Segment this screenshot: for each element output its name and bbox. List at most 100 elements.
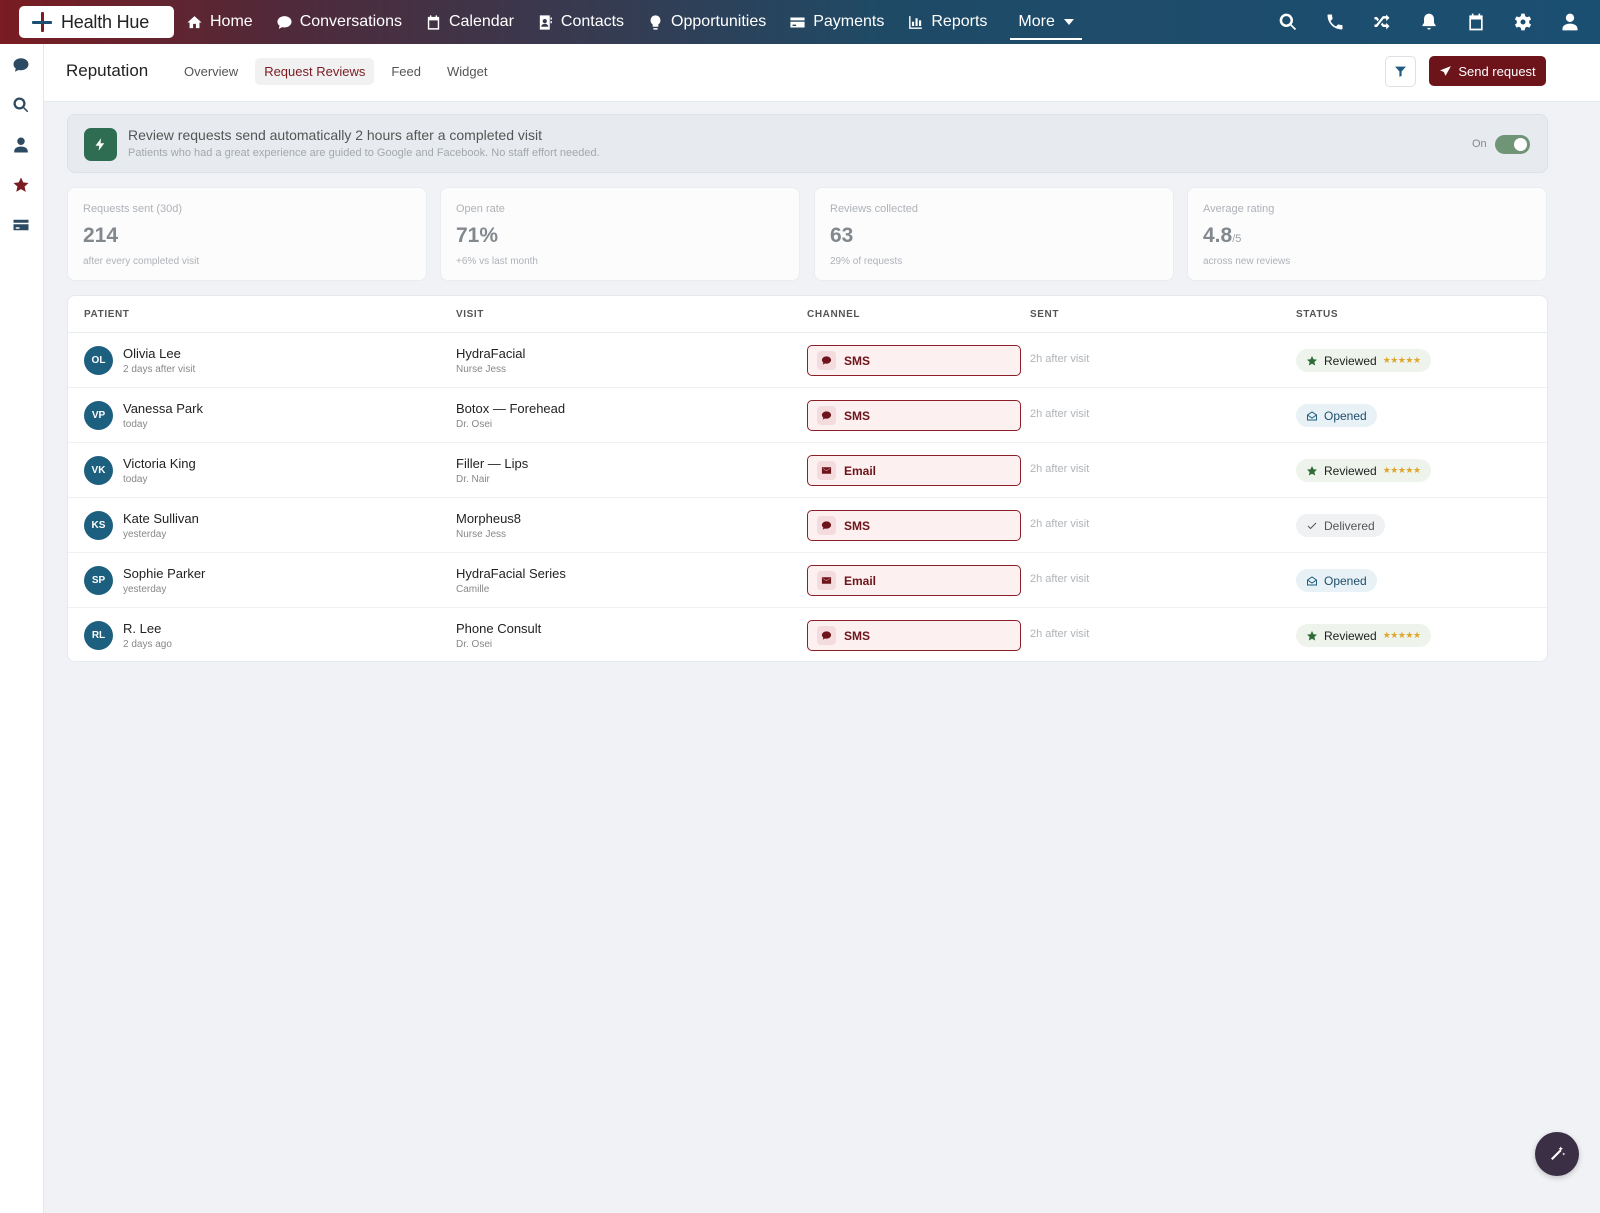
stat-value: 214 <box>83 224 119 247</box>
channel-label: SMS <box>844 353 871 368</box>
nav-item-payments[interactable]: Payments <box>789 0 884 44</box>
search-icon[interactable] <box>1278 12 1298 32</box>
visit-name: Morpheus8 <box>456 511 522 526</box>
table-row[interactable]: RL R. Lee 2 days ago Phone Consult Dr. Osei S… <box>68 608 1547 661</box>
table-row[interactable]: SP Sophie Parker yesterday HydraFacial Seri… <box>68 553 1547 608</box>
filter-icon <box>1395 66 1406 77</box>
table-row[interactable]: KS Kate Sullivan yesterday Morpheus8 Nurse J… <box>68 498 1547 553</box>
auto-send-toggle[interactable] <box>1495 135 1530 154</box>
channel-label: Email <box>844 463 877 478</box>
gear-icon[interactable] <box>1513 12 1533 32</box>
sidebar-item-search[interactable] <box>12 96 32 116</box>
channel-label: SMS <box>844 518 871 533</box>
star-icon <box>1306 355 1318 367</box>
stat-label: Reviews collected <box>830 203 919 215</box>
user-icon[interactable] <box>1560 12 1580 32</box>
chat-bubble-icon <box>817 626 836 645</box>
stat-value: 71% <box>456 224 499 247</box>
sidebar-item-payments[interactable] <box>12 216 32 236</box>
sent-time: 2h after visit <box>1030 353 1090 365</box>
magic-wand-fab[interactable] <box>1535 1132 1579 1176</box>
table-row[interactable]: VK Victoria King today Filler — Lips Dr. Nai… <box>68 443 1547 498</box>
nav-item-calendar[interactable]: Calendar <box>425 0 514 44</box>
bell-icon[interactable] <box>1419 12 1439 32</box>
sent-time: 2h after visit <box>1030 463 1090 475</box>
channel-badge[interactable]: SMS <box>807 400 1021 431</box>
tab-overview[interactable]: Overview <box>175 58 247 85</box>
patient-when: 2 days after visit <box>123 364 196 375</box>
patient-name[interactable]: Sophie Parker <box>123 566 205 581</box>
nav-item-contacts[interactable]: Contacts <box>537 0 624 44</box>
table-row[interactable]: OL Olivia Lee 2 days after visit HydraFacia… <box>68 333 1547 388</box>
nav-item-more[interactable]: More <box>1010 0 1083 44</box>
page-title: Reputation <box>66 61 149 80</box>
status-label: Reviewed <box>1324 628 1377 643</box>
column-header-sent[interactable]: SENT <box>1030 309 1059 320</box>
nav-item-reports[interactable]: Reports <box>907 0 987 44</box>
patient-name[interactable]: R. Lee <box>123 621 161 636</box>
nav-item-conversations[interactable]: Conversations <box>276 0 402 44</box>
phone-icon[interactable] <box>1325 12 1345 32</box>
channel-badge[interactable]: Email <box>807 565 1021 596</box>
toggle-label: On <box>1472 138 1487 150</box>
column-header-channel[interactable]: CHANNEL <box>807 309 860 320</box>
app-logo[interactable]: Health Hue <box>19 6 174 38</box>
calendar-icon[interactable] <box>1466 12 1486 32</box>
table-row[interactable]: VP Vanessa Park today Botox — Forehead Dr. O… <box>68 388 1547 443</box>
status-badge: Reviewed ★★★★★ <box>1296 624 1431 647</box>
stat-value: 4.8/5 <box>1203 224 1242 247</box>
column-header-visit[interactable]: VISIT <box>456 309 484 320</box>
avatar: OL <box>84 346 113 375</box>
sidebar-item-reputation[interactable] <box>12 176 32 196</box>
patient-name[interactable]: Vanessa Park <box>123 401 203 416</box>
avatar: VP <box>84 401 113 430</box>
rating-stars: ★★★★★ <box>1382 465 1421 475</box>
visit-name: HydraFacial <box>456 346 526 361</box>
user-icon <box>14 137 28 153</box>
top-nav: Health Hue Home Conversations Calendar C… <box>0 0 1600 44</box>
search-icon <box>13 97 29 113</box>
sidebar-item-chat[interactable] <box>12 56 32 76</box>
tab-bar: Overview Request Reviews Feed Widget <box>175 58 496 85</box>
contacts-icon <box>539 14 552 30</box>
patient-when: yesterday <box>123 584 167 595</box>
tab-request-reviews[interactable]: Request Reviews <box>255 58 375 85</box>
patient-when: today <box>123 474 148 485</box>
avatar: RL <box>84 621 113 650</box>
nav-item-label: Contacts <box>560 13 625 30</box>
stat-card-average-rating: Average rating 4.8/5 across new reviews <box>1187 187 1547 281</box>
stat-card-open-rate: Open rate 71% +6% vs last month <box>440 187 800 281</box>
send-request-label: Send request <box>1458 63 1536 79</box>
filter-button[interactable] <box>1385 56 1416 87</box>
send-request-button[interactable]: Send request <box>1429 56 1546 86</box>
column-header-patient[interactable]: PATIENT <box>84 309 130 320</box>
avatar: KS <box>84 511 113 540</box>
visit-provider: Camille <box>456 584 490 595</box>
review-requests-table: PATIENT VISIT CHANNEL SENT STATUS OL Oliv… <box>67 295 1548 662</box>
channel-badge[interactable]: SMS <box>807 620 1021 651</box>
channel-badge[interactable]: SMS <box>807 345 1021 376</box>
tab-feed[interactable]: Feed <box>382 58 430 85</box>
automation-banner: Review requests send automatically 2 hou… <box>67 114 1548 173</box>
status-label: Opened <box>1324 573 1367 588</box>
stat-card-reviews-collected: Reviews collected 63 29% of requests <box>814 187 1174 281</box>
logo-cross-icon <box>31 11 53 33</box>
patient-name[interactable]: Victoria King <box>123 456 196 471</box>
patient-name[interactable]: Kate Sullivan <box>123 511 199 526</box>
stat-label: Average rating <box>1203 203 1275 215</box>
patient-name[interactable]: Olivia Lee <box>123 346 181 361</box>
column-header-status[interactable]: STATUS <box>1296 309 1338 320</box>
avatar: SP <box>84 566 113 595</box>
tab-widget[interactable]: Widget <box>438 58 496 85</box>
status-label: Reviewed <box>1324 463 1377 478</box>
channel-badge[interactable]: SMS <box>807 510 1021 541</box>
nav-item-home[interactable]: Home <box>186 0 253 44</box>
sidebar-item-contacts[interactable] <box>12 136 32 156</box>
nav-item-label: Calendar <box>448 13 514 30</box>
shuffle-icon[interactable] <box>1372 12 1392 32</box>
channel-badge[interactable]: Email <box>807 455 1021 486</box>
visit-provider: Nurse Jess <box>456 364 507 375</box>
lightbulb-icon <box>650 14 661 30</box>
nav-item-label: Payments <box>813 13 885 30</box>
nav-item-opportunities[interactable]: Opportunities <box>647 0 766 44</box>
